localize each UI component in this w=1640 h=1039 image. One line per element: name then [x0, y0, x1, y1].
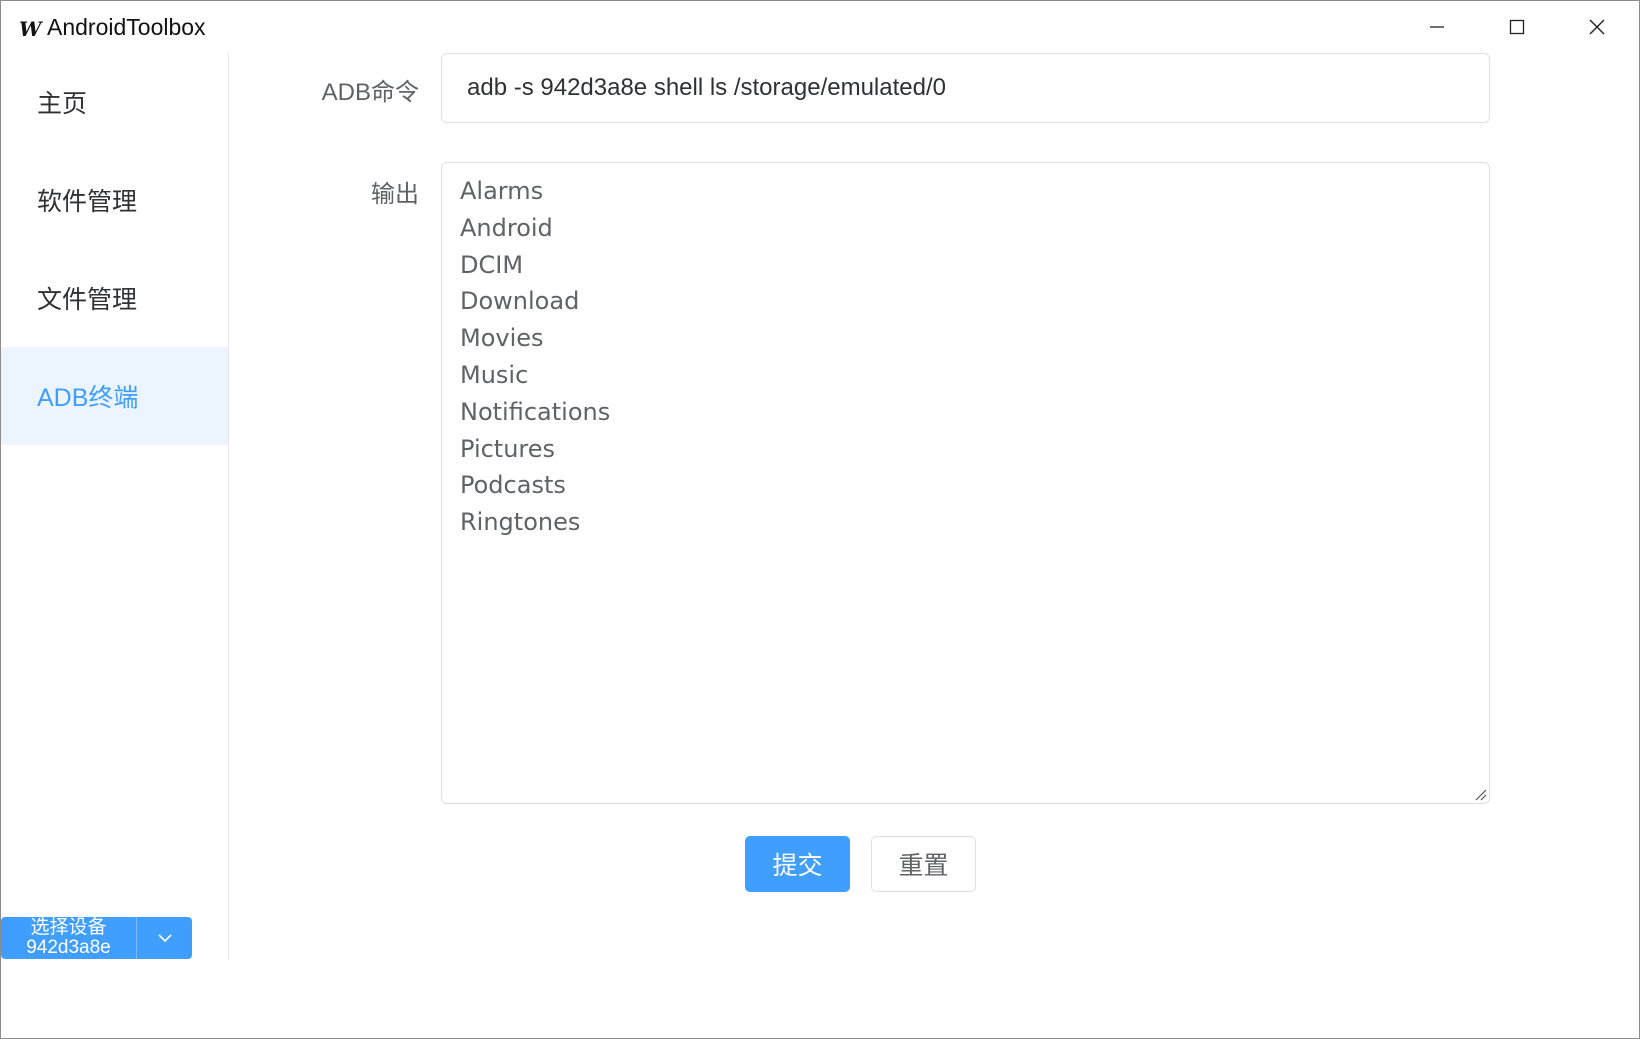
minimize-icon [1430, 26, 1444, 28]
sidebar-item-file-manager[interactable]: 文件管理 [1, 249, 228, 347]
output-line: Movies [460, 324, 544, 353]
sidebar-item-label: 文件管理 [37, 286, 138, 314]
device-select-button[interactable]: 选择设备 942d3a8e [1, 917, 137, 959]
maximize-icon [1509, 19, 1525, 35]
output-line: Notifications [460, 397, 611, 426]
close-icon [1589, 19, 1605, 35]
minimize-button[interactable] [1397, 1, 1477, 53]
sidebar-item-home[interactable]: 主页 [1, 53, 228, 151]
output-textarea[interactable]: Alarms Android DCIM Download Movies Musi… [441, 162, 1490, 804]
output-line: Android [460, 213, 553, 242]
sidebar-item-label: 主页 [37, 90, 88, 118]
output-line: Podcasts [460, 471, 566, 500]
device-id: 942d3a8e [26, 937, 111, 958]
device-select-label: 选择设备 [30, 917, 107, 938]
sidebar-item-label: ADB终端 [37, 384, 139, 412]
adb-command-label: ADB命令 [321, 79, 419, 106]
app-logo-icon: W [19, 17, 42, 41]
sidebar-item-adb-terminal[interactable]: ADB终端 [1, 347, 228, 445]
app-window: W AndroidToolbox 主页 软件管理 文件管理 ADB终端 选择设备… [0, 0, 1640, 1039]
output-line: Pictures [460, 434, 556, 463]
adb-command-input[interactable] [441, 53, 1490, 123]
device-select-dropdown[interactable]: 选择设备 942d3a8e [1, 917, 192, 959]
device-dropdown-toggle[interactable] [137, 917, 192, 959]
output-line: Music [460, 360, 529, 389]
title-bar: W AndroidToolbox [1, 1, 1639, 53]
sidebar-item-app-manager[interactable]: 软件管理 [1, 151, 228, 249]
chevron-down-icon [157, 934, 172, 943]
output-label: 输出 [371, 181, 419, 208]
reset-button[interactable]: 重置 [871, 836, 976, 892]
output-line: Download [460, 287, 580, 316]
maximize-button[interactable] [1477, 1, 1557, 53]
output-line: DCIM [460, 250, 524, 279]
window-title: AndroidToolbox [47, 14, 206, 40]
sidebar-item-label: 软件管理 [37, 188, 138, 216]
resize-handle-icon[interactable] [1473, 787, 1487, 801]
close-button[interactable] [1557, 1, 1637, 53]
sidebar-nav: 主页 软件管理 文件管理 ADB终端 选择设备 942d3a8e [1, 53, 229, 960]
submit-button[interactable]: 提交 [745, 836, 850, 892]
output-line: Ringtones [460, 508, 581, 537]
output-line: Alarms [460, 177, 544, 205]
